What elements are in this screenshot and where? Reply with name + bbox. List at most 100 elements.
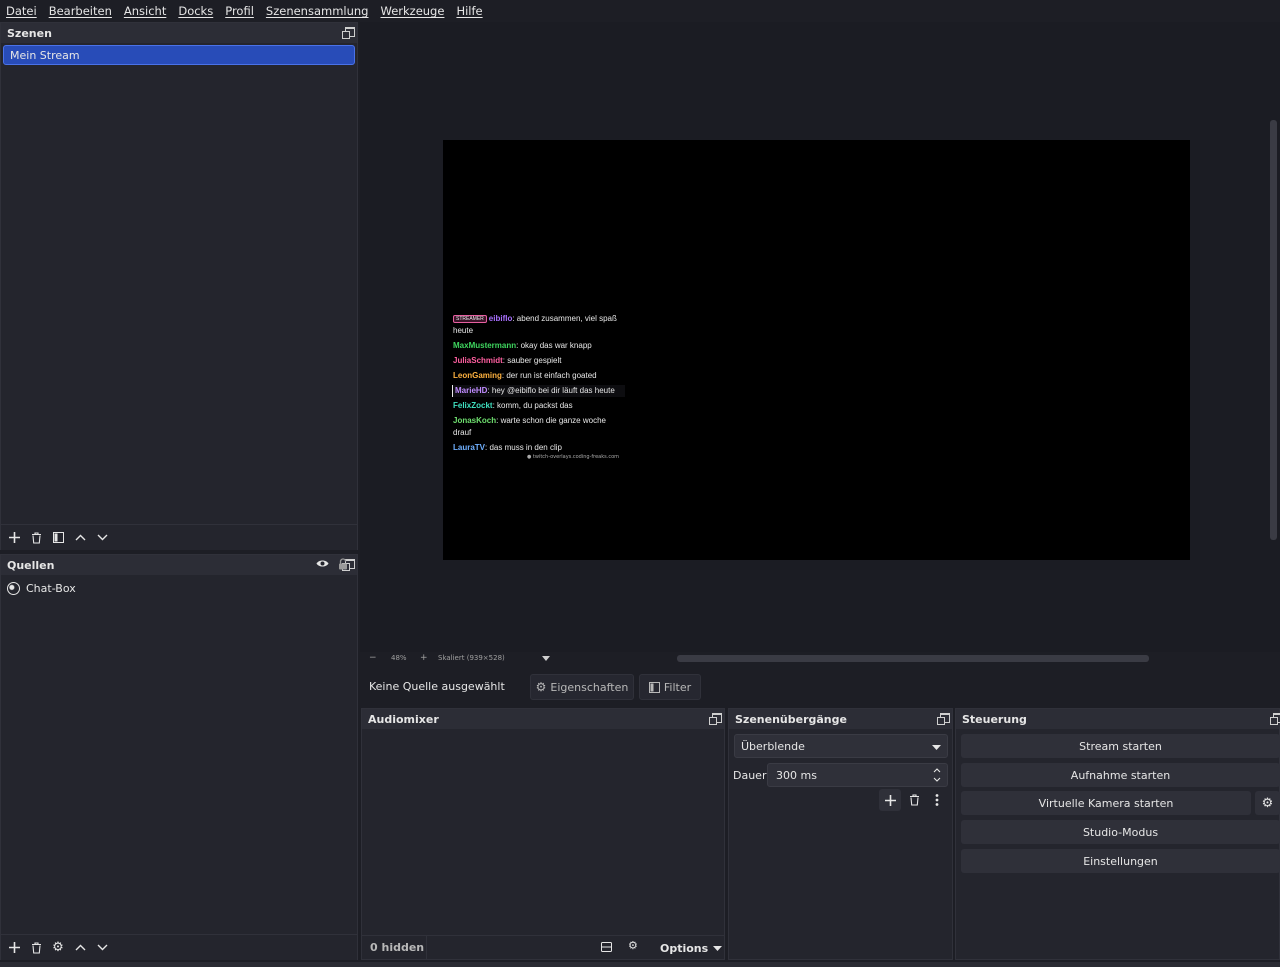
source-settings-button[interactable]: ⚙ xyxy=(47,937,69,959)
chat-user: LeonGaming xyxy=(453,371,502,381)
chevron-down-icon xyxy=(97,534,107,541)
add-transition-button[interactable] xyxy=(879,789,901,811)
menu-docks[interactable]: Docks xyxy=(178,4,213,18)
chat-user: LauraTV xyxy=(453,443,486,453)
sources-dock-title: Quellen xyxy=(1,555,357,575)
duration-value: 300 ms xyxy=(776,768,817,782)
chat-text: sauber gespielt xyxy=(507,356,562,366)
chat-message: JuliaSchmidt: sauber gespielt xyxy=(453,356,562,366)
bottom-statusbar xyxy=(0,962,1280,967)
float-dock-icon[interactable] xyxy=(937,713,950,725)
duration-spinbox[interactable]: 300 ms xyxy=(767,763,948,787)
filter-button[interactable]: Filter xyxy=(639,674,701,700)
lock-icon[interactable] xyxy=(338,558,348,570)
no-source-label: Keine Quelle ausgewählt xyxy=(369,680,505,693)
layout-toggle-icon[interactable] xyxy=(601,942,612,952)
chat-user: FelixZockt xyxy=(453,401,493,411)
source-down-button[interactable] xyxy=(91,937,113,959)
trash-icon xyxy=(31,531,41,544)
gear-icon: ⚙ xyxy=(535,680,547,694)
chat-text: komm, du packst das xyxy=(497,401,573,411)
scenes-dock-title: Szenen xyxy=(1,23,357,43)
start-stream-button[interactable]: Stream starten xyxy=(961,734,1280,758)
scene-up-button[interactable] xyxy=(69,527,91,549)
gear-icon: ⚙ xyxy=(1261,795,1274,811)
add-source-button[interactable] xyxy=(3,937,25,959)
scene-item-mein-stream[interactable]: Mein Stream xyxy=(3,45,355,65)
chat-message: JonasKoch: warte schon die ganze woche d… xyxy=(453,416,606,438)
remove-source-button[interactable] xyxy=(25,937,47,959)
audiomixer-toolbar: 0 hidden ⚙ Options xyxy=(362,935,724,960)
zoom-level: 48% xyxy=(391,654,407,662)
sources-toolbar: ⚙ xyxy=(1,934,357,960)
virtualcam-settings-button[interactable]: ⚙ xyxy=(1255,791,1280,815)
studio-mode-button[interactable]: Studio-Modus xyxy=(961,820,1280,844)
menu-profil[interactable]: Profil xyxy=(225,4,254,18)
scenes-title: Szenen xyxy=(7,26,52,40)
source-up-button[interactable] xyxy=(69,937,91,959)
controls-title: Steuerung xyxy=(962,712,1027,726)
start-recording-button[interactable]: Aufnahme starten xyxy=(961,763,1280,787)
menu-szenensammlung[interactable]: Szenensammlung xyxy=(266,4,369,18)
chevron-up-icon xyxy=(75,534,85,541)
audio-settings-icon[interactable]: ⚙ xyxy=(628,939,638,952)
chat-footer: ● twitch-overlays.coding-freaks.com xyxy=(526,454,619,461)
spin-arrows-icon[interactable] xyxy=(933,767,941,783)
trash-icon[interactable] xyxy=(909,794,920,806)
menu-werkzeuge[interactable]: Werkzeuge xyxy=(381,4,445,18)
settings-button[interactable]: Einstellungen xyxy=(961,849,1280,873)
audiomixer-dock-title: Audiomixer xyxy=(362,709,724,729)
hidden-count: 0 hidden xyxy=(370,941,425,954)
scene-down-button[interactable] xyxy=(91,527,113,549)
float-dock-icon[interactable] xyxy=(1270,713,1280,725)
menu-hilfe[interactable]: Hilfe xyxy=(456,4,482,18)
chat-message: MaxMustermann: okay das war knapp xyxy=(453,341,592,351)
filter-label: Filter xyxy=(663,680,692,694)
float-dock-icon[interactable] xyxy=(342,27,355,39)
zoom-in-button[interactable]: + xyxy=(420,653,428,663)
chat-text: hey @eibiflo bei dir läuft das heute xyxy=(491,386,615,396)
chevron-up-icon xyxy=(75,944,85,951)
float-dock-icon[interactable] xyxy=(709,713,722,725)
duration-label: Dauer xyxy=(733,769,767,782)
menu-datei[interactable]: Datei xyxy=(6,4,37,18)
remove-scene-button[interactable] xyxy=(25,527,47,549)
chevron-down-icon xyxy=(932,745,941,750)
start-virtualcam-button[interactable]: Virtuelle Kamera starten xyxy=(961,791,1251,815)
source-item-chat-box[interactable]: Chat-Box xyxy=(1,558,357,599)
transition-select[interactable]: Überblende xyxy=(734,734,948,758)
properties-label: Eigenschaften xyxy=(550,680,629,694)
menu-bearbeiten[interactable]: Bearbeiten xyxy=(49,4,112,18)
chevron-down-icon xyxy=(97,944,107,951)
scene-filter-button[interactable] xyxy=(47,527,69,549)
gear-icon: ⚙ xyxy=(52,940,64,955)
properties-button[interactable]: ⚙ Eigenschaften xyxy=(530,674,634,700)
plus-icon xyxy=(884,794,896,806)
audiomixer-title: Audiomixer xyxy=(368,712,439,726)
chat-overlay: STREAMER eibiflo: abend zusammen, viel sp… xyxy=(452,313,625,461)
eye-icon[interactable] xyxy=(316,559,329,568)
scenes-toolbar xyxy=(1,524,357,550)
options-button[interactable]: Options xyxy=(650,936,724,960)
zoom-out-button[interactable]: − xyxy=(369,653,377,663)
preview-horizontal-scrollbar[interactable] xyxy=(677,655,1149,662)
plus-icon xyxy=(8,942,20,953)
more-vertical-icon[interactable] xyxy=(935,794,939,806)
chat-text: das muss in den clip xyxy=(489,443,562,453)
scale-dropdown-icon[interactable] xyxy=(542,656,550,661)
trash-icon xyxy=(31,941,41,954)
chevron-down-icon xyxy=(713,945,723,951)
transitions-title: Szenenübergänge xyxy=(735,712,847,726)
chat-user: eibiflo xyxy=(488,314,513,324)
options-label: Options xyxy=(660,941,709,955)
chat-text: der run ist einfach goated xyxy=(506,371,597,381)
controls-dock-title: Steuerung xyxy=(956,709,1280,729)
preview-vertical-scrollbar[interactable] xyxy=(1270,120,1277,540)
source-properties-bar: Keine Quelle ausgewählt ⚙ Eigenschaften F… xyxy=(360,670,1280,704)
chat-message-highlighted: MarieHD: hey @eibiflo bei dir läuft das … xyxy=(452,385,625,398)
menu-ansicht[interactable]: Ansicht xyxy=(124,4,166,18)
source-label: Chat-Box xyxy=(26,581,76,595)
chat-message: LeonGaming: der run ist einfach goated xyxy=(453,371,597,381)
audiomixer-dock: Audiomixer 0 hidden ⚙ Options xyxy=(361,708,725,960)
add-scene-button[interactable] xyxy=(3,527,25,549)
